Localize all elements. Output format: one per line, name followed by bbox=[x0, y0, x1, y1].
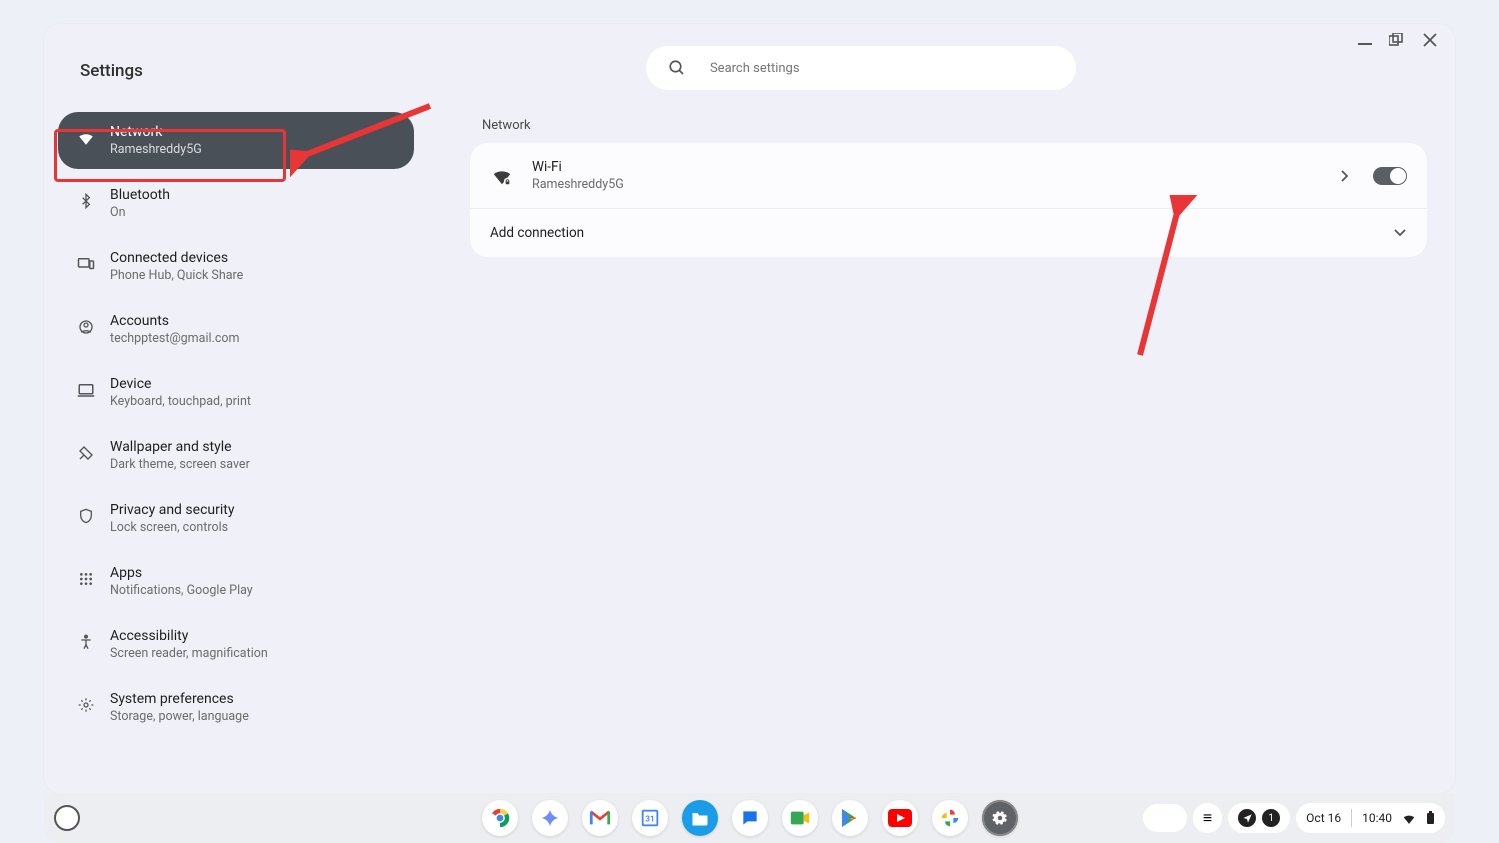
gear-icon bbox=[76, 695, 96, 715]
app-play[interactable] bbox=[832, 800, 868, 836]
wifi-ssid: Rameshreddy5G bbox=[532, 177, 1341, 192]
app-gemini[interactable] bbox=[532, 800, 568, 836]
search-icon bbox=[668, 59, 686, 77]
launcher-button[interactable] bbox=[54, 805, 80, 831]
design-icon bbox=[76, 443, 96, 463]
sidebar-item-sub: Screen reader, magnification bbox=[110, 646, 268, 661]
wifi-row[interactable]: Wi-Fi Rameshreddy5G bbox=[470, 143, 1427, 209]
sidebar-item-sub: Phone Hub, Quick Share bbox=[110, 268, 243, 283]
sidebar-item-label: Accessibility bbox=[110, 628, 268, 644]
status-time: 10:40 bbox=[1362, 811, 1392, 825]
sidebar-item-sub: Keyboard, touchpad, print bbox=[110, 394, 251, 409]
main-panel: Network Wi-Fi Rameshreddy5G bbox=[436, 112, 1443, 793]
app-meet[interactable] bbox=[782, 800, 818, 836]
sidebar-item-sub: techpptest@gmail.com bbox=[110, 331, 239, 346]
laptop-icon bbox=[76, 380, 96, 400]
sidebar-item-connected-devices[interactable]: Connected devices Phone Hub, Quick Share bbox=[58, 238, 414, 295]
sidebar-item-sub: Notifications, Google Play bbox=[110, 583, 253, 598]
window-controls bbox=[1355, 30, 1443, 50]
section-title: Network bbox=[482, 118, 1427, 133]
location-icon bbox=[1238, 809, 1256, 827]
notifications-badge: 1 bbox=[1262, 809, 1280, 827]
sidebar-item-sub: Lock screen, controls bbox=[110, 520, 234, 535]
minimize-button[interactable] bbox=[1355, 30, 1375, 50]
grid-icon bbox=[76, 569, 96, 589]
sidebar-item-privacy-security[interactable]: Privacy and security Lock screen, contro… bbox=[58, 490, 414, 547]
sidebar-item-accessibility[interactable]: Accessibility Screen reader, magnificati… bbox=[58, 616, 414, 673]
app-chrome[interactable] bbox=[482, 800, 518, 836]
shield-icon bbox=[76, 506, 96, 526]
sidebar-item-sub: Rameshreddy5G bbox=[110, 142, 202, 157]
accessibility-icon bbox=[76, 632, 96, 652]
sidebar-item-label: Device bbox=[110, 376, 251, 392]
app-messages[interactable] bbox=[732, 800, 768, 836]
sidebar: Network Rameshreddy5G Bluetooth On C bbox=[56, 112, 416, 793]
add-connection-row[interactable]: Add connection bbox=[470, 209, 1427, 257]
settings-window: Settings Network Rameshreddy5G bbox=[44, 24, 1455, 793]
maximize-button[interactable] bbox=[1389, 33, 1409, 47]
sidebar-item-label: Privacy and security bbox=[110, 502, 234, 518]
sidebar-item-system-preferences[interactable]: System preferences Storage, power, langu… bbox=[58, 679, 414, 736]
app-files[interactable] bbox=[682, 800, 718, 836]
account-icon bbox=[76, 317, 96, 337]
devices-icon bbox=[76, 254, 96, 274]
wifi-status-icon bbox=[1402, 812, 1416, 824]
add-connection-label: Add connection bbox=[490, 225, 1393, 241]
header: Settings bbox=[44, 24, 1455, 112]
wifi-icon bbox=[76, 128, 96, 148]
phone-hub-pill[interactable] bbox=[1143, 804, 1187, 832]
sidebar-item-accounts[interactable]: Accounts techpptest@gmail.com bbox=[58, 301, 414, 358]
stylus-button[interactable]: ≡ bbox=[1193, 803, 1222, 833]
sidebar-item-wallpaper-style[interactable]: Wallpaper and style Dark theme, screen s… bbox=[58, 427, 414, 484]
sidebar-item-bluetooth[interactable]: Bluetooth On bbox=[58, 175, 414, 232]
battery-icon bbox=[1426, 811, 1435, 825]
sidebar-item-label: Wallpaper and style bbox=[110, 439, 250, 455]
chevron-down-icon bbox=[1393, 228, 1407, 238]
page-title: Settings bbox=[80, 55, 143, 81]
app-youtube[interactable] bbox=[882, 800, 918, 836]
svg-text:31: 31 bbox=[645, 815, 654, 825]
sidebar-item-apps[interactable]: Apps Notifications, Google Play bbox=[58, 553, 414, 610]
wifi-toggle[interactable] bbox=[1373, 167, 1407, 185]
app-gmail[interactable] bbox=[582, 800, 618, 836]
network-card: Wi-Fi Rameshreddy5G Add connection bbox=[470, 143, 1427, 257]
chevron-right-icon[interactable] bbox=[1341, 170, 1349, 182]
sidebar-item-label: Network bbox=[110, 124, 202, 140]
sidebar-item-label: Accounts bbox=[110, 313, 239, 329]
sidebar-item-label: System preferences bbox=[110, 691, 249, 707]
bluetooth-icon bbox=[76, 191, 96, 211]
status-date: Oct 16 bbox=[1306, 811, 1341, 825]
sidebar-item-sub: Dark theme, screen saver bbox=[110, 457, 250, 472]
sidebar-item-label: Connected devices bbox=[110, 250, 243, 266]
wifi-secure-icon bbox=[490, 164, 514, 188]
shelf: 31 ≡ 1 Oct 16 10:40 bbox=[44, 793, 1455, 843]
sidebar-item-device[interactable]: Device Keyboard, touchpad, print bbox=[58, 364, 414, 421]
sidebar-item-label: Apps bbox=[110, 565, 253, 581]
wifi-label: Wi-Fi bbox=[532, 159, 1341, 175]
search-input[interactable] bbox=[710, 61, 1054, 76]
close-button[interactable] bbox=[1423, 33, 1443, 47]
app-photos[interactable] bbox=[932, 800, 968, 836]
status-tray[interactable]: Oct 16 10:40 bbox=[1296, 803, 1445, 833]
search-box[interactable] bbox=[646, 46, 1076, 90]
sidebar-item-sub: On bbox=[110, 205, 170, 220]
sidebar-item-sub: Storage, power, language bbox=[110, 709, 249, 724]
app-settings[interactable] bbox=[982, 800, 1018, 836]
app-calendar[interactable]: 31 bbox=[632, 800, 668, 836]
sidebar-item-label: Bluetooth bbox=[110, 187, 170, 203]
notifications-button[interactable]: 1 bbox=[1228, 803, 1290, 833]
sidebar-item-network[interactable]: Network Rameshreddy5G bbox=[58, 112, 414, 169]
